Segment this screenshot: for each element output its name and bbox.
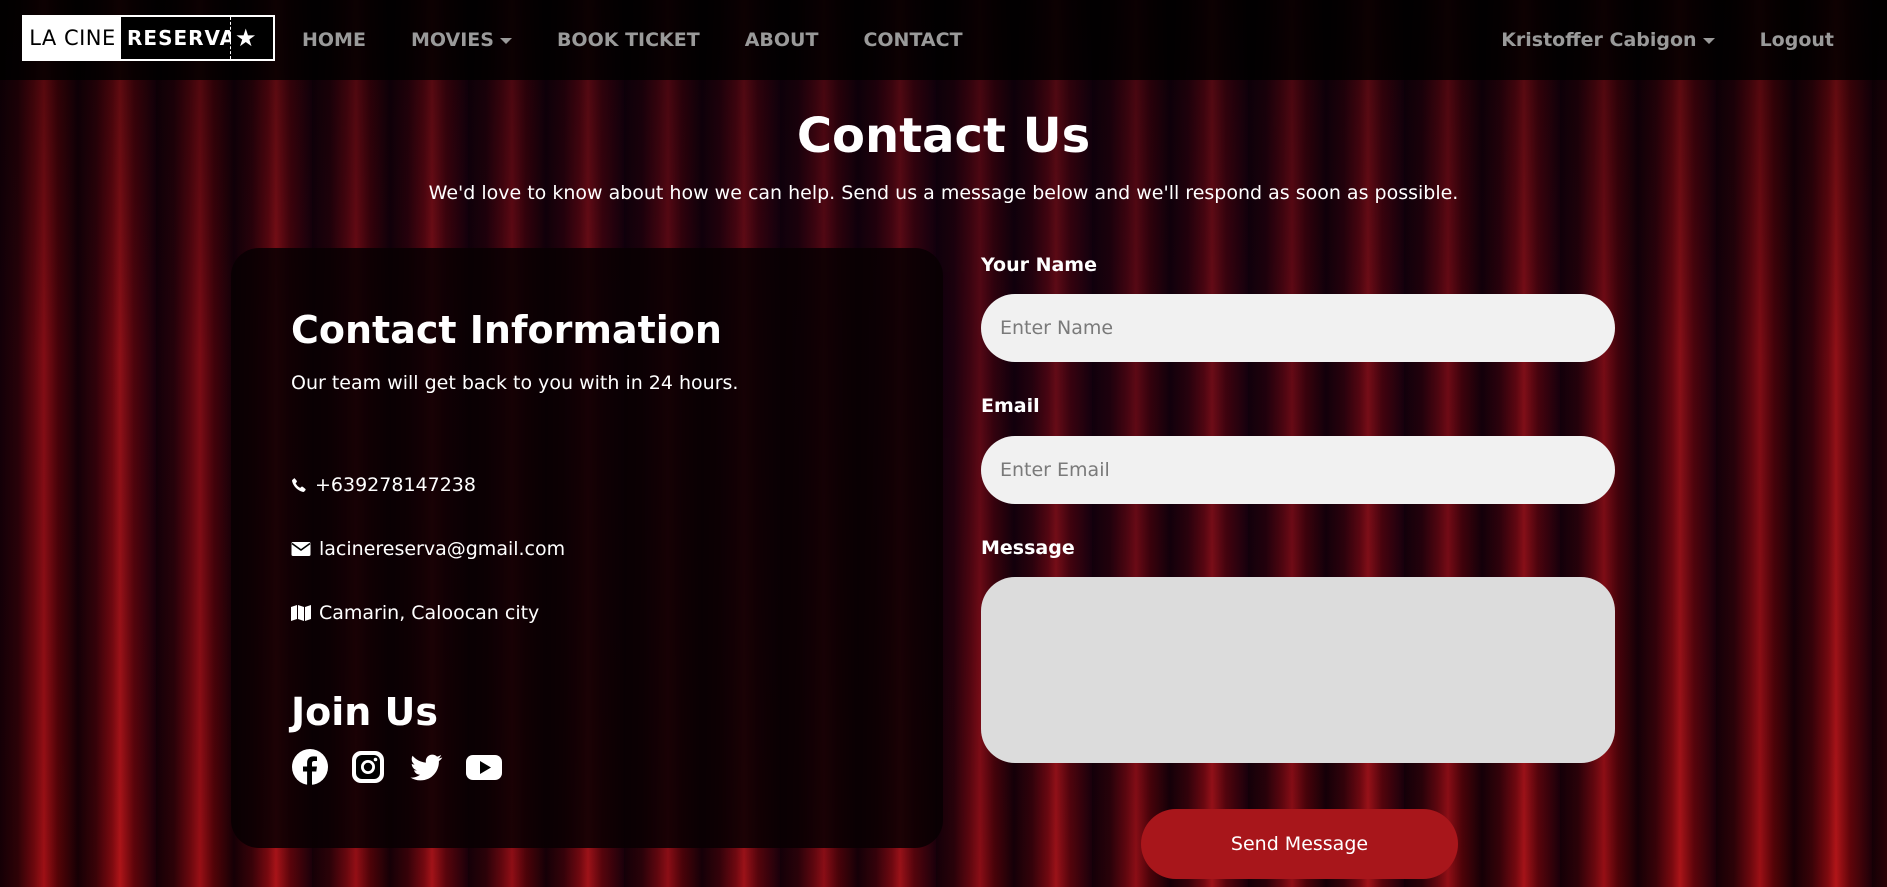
phone-line: +639278147238 — [291, 474, 476, 496]
contact-info-title: Contact Information — [291, 308, 722, 352]
twitter-icon[interactable] — [407, 748, 445, 786]
name-input[interactable] — [981, 294, 1615, 362]
page-title: Contact Us — [796, 108, 1091, 164]
nav-home[interactable]: HOME — [302, 29, 366, 51]
nav-links: HOME MOVIES BOOK TICKET ABOUT CONTACT — [302, 0, 1008, 80]
map-icon — [291, 605, 311, 621]
social-links — [291, 748, 523, 786]
contact-info-subtitle: Our team will get back to you with in 24… — [291, 372, 739, 394]
message-textarea[interactable] — [981, 577, 1615, 763]
brand-logo[interactable]: LA CINE RESERVA ★ — [22, 15, 275, 61]
nav-about[interactable]: ABOUT — [745, 29, 819, 51]
facebook-icon[interactable] — [291, 748, 329, 786]
email-address: lacinereserva@gmail.com — [319, 538, 566, 560]
nav-contact[interactable]: CONTACT — [863, 29, 962, 51]
nav-user-area: Kristoffer Cabigon Logout — [1501, 0, 1834, 80]
instagram-icon[interactable] — [349, 748, 387, 786]
navbar: LA CINE RESERVA ★ HOME MOVIES BOOK TICKE… — [0, 0, 1887, 80]
join-us-title: Join Us — [291, 690, 439, 734]
message-label: Message — [981, 537, 1075, 559]
star-icon: ★ — [231, 17, 273, 59]
nav-movies-label: MOVIES — [410, 29, 494, 51]
contact-info-card: Contact Information Our team will get ba… — [231, 248, 943, 848]
logo-text-left: LA CINE — [24, 17, 121, 59]
caret-down-icon — [1702, 37, 1715, 44]
envelope-icon — [291, 542, 311, 556]
logo-text-right: RESERVA — [121, 17, 235, 59]
phone-number: +639278147238 — [315, 474, 476, 496]
email-line: lacinereserva@gmail.com — [291, 538, 565, 560]
address-text: Camarin, Caloocan city — [319, 602, 540, 624]
logout-link[interactable]: Logout — [1760, 29, 1834, 51]
caret-down-icon — [499, 37, 512, 44]
send-message-button[interactable]: Send Message — [1141, 809, 1458, 879]
nav-book-ticket[interactable]: BOOK TICKET — [557, 29, 700, 51]
nav-movies-dropdown[interactable]: MOVIES — [411, 29, 512, 51]
youtube-icon[interactable] — [465, 748, 503, 786]
phone-icon — [292, 478, 306, 492]
page-subtitle: We'd love to know about how we can help.… — [428, 182, 1459, 204]
email-label: Email — [981, 395, 1040, 417]
address-line: Camarin, Caloocan city — [291, 602, 539, 624]
user-name: Kristoffer Cabigon — [1501, 29, 1697, 51]
email-input[interactable] — [981, 436, 1615, 504]
user-menu-dropdown[interactable]: Kristoffer Cabigon — [1501, 29, 1715, 51]
name-label: Your Name — [981, 254, 1097, 276]
